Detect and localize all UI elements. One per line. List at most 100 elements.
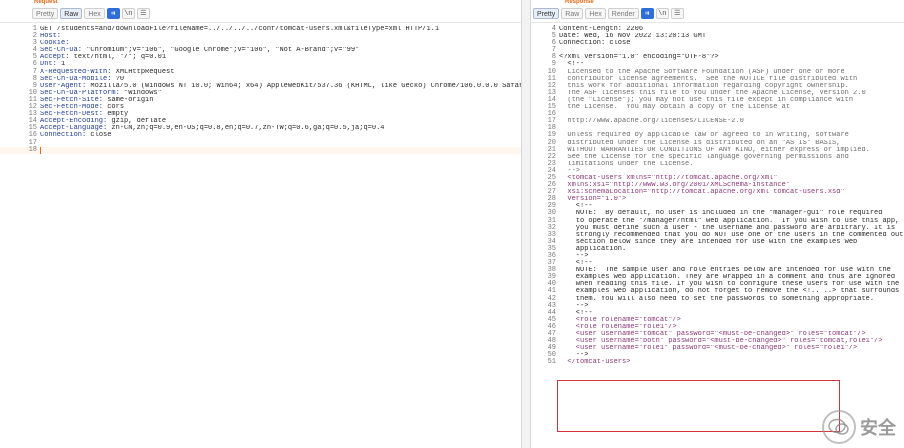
code-line[interactable]: 14 Accept-Encoding: gzip, deflate — [0, 118, 521, 125]
code-line[interactable]: 3 Cookie: — [0, 40, 521, 47]
code-line[interactable]: 10 Sec-Ch-Ua-Platform: "Windows" — [0, 89, 521, 97]
line-text: xmlns:xsi="http://www.w3.org/2001/XMLSch… — [559, 182, 791, 190]
code-line[interactable]: 5 Date: Wed, 16 Nov 2022 13:20:13 GMT — [531, 32, 904, 40]
code-line[interactable]: 45 <role rolename="tomcat"/> — [531, 316, 904, 324]
request-editor[interactable]: 1 GET /students=and/downloadFile?fileName… — [0, 23, 521, 154]
line-text: <!-- — [559, 203, 593, 211]
code-line[interactable]: 30 NOTE: By default, no user is included… — [531, 210, 904, 217]
code-line[interactable]: 31 to operate the "/manager/html" web ap… — [531, 217, 904, 225]
line-text: Cookie: — [40, 40, 70, 48]
request-pane: Request Pretty Raw Hex ⇉ \n ☰ 1 GET /stud… — [0, 0, 522, 448]
code-line[interactable]: 27 xsi:schemaLocation="http://tomcat.apa… — [531, 189, 904, 196]
code-line[interactable]: 36 --> — [531, 252, 904, 260]
code-line[interactable]: 15 the License. You may obtain a copy of… — [531, 103, 904, 111]
code-line[interactable]: 22 See the License for the specific lang… — [531, 153, 904, 161]
code-line[interactable]: 47 <user username="tomcat" password="<mu… — [531, 330, 904, 338]
code-line[interactable]: 28 version="1.0"> — [531, 196, 904, 203]
request-hex-button[interactable]: Hex — [84, 8, 105, 19]
request-raw-button[interactable]: Raw — [60, 8, 83, 19]
pane-divider[interactable] — [522, 0, 530, 448]
wrap-lines-icon[interactable]: ⇉ — [640, 8, 654, 19]
code-line[interactable]: 13 The ASF licenses this file to You und… — [531, 89, 904, 97]
line-text: when reading this file. If you wish to c… — [559, 281, 900, 289]
code-line[interactable]: 12 Sec-Fetch-Mode: cors — [0, 103, 521, 111]
line-text: application. — [559, 245, 627, 253]
code-line[interactable]: 35 application. — [531, 245, 904, 253]
code-line[interactable]: 16 — [531, 111, 904, 118]
code-line[interactable]: 6 Connection: close — [531, 40, 904, 47]
code-line[interactable]: 25 <tomcat-users xmlns="http://tomcat.ap… — [531, 174, 904, 182]
code-line[interactable]: 4 Content-Length: 2206 — [531, 25, 904, 33]
code-line[interactable]: 49 <user username="role1" password="<mus… — [531, 345, 904, 352]
code-line[interactable]: 46 <role rolename="role1"/> — [531, 323, 904, 331]
menu-icon[interactable]: ☰ — [670, 8, 684, 19]
code-line[interactable]: 17 — [0, 139, 521, 147]
code-line[interactable]: 24 --> — [531, 167, 904, 175]
line-text: xsi:schemaLocation="http://tomcat.apache… — [559, 189, 845, 197]
code-line[interactable]: 50 --> — [531, 352, 904, 359]
line-text: </tomcat-users> — [559, 359, 631, 367]
code-line[interactable]: 7 — [531, 47, 904, 54]
response-editor[interactable]: 4 Content-Length: 2206 5 Date: Wed, 16 Nov … — [531, 23, 904, 367]
code-line[interactable]: 14 (the "License"); you may not use this… — [531, 96, 904, 104]
code-line[interactable]: 26 xmlns:xsi="http://www.w3.org/2001/XML… — [531, 181, 904, 190]
code-line[interactable]: 11 contributor license agreements. See t… — [531, 75, 904, 83]
response-pretty-button[interactable]: Pretty — [533, 8, 560, 19]
code-line[interactable]: 38 NOTE: The sample user and role entrie… — [531, 267, 904, 274]
code-line[interactable]: 17 http://www.apache.org/licenses/LICENS… — [531, 118, 904, 125]
code-line[interactable]: 39 examples web application. They are wr… — [531, 274, 904, 281]
code-line[interactable]: 43 --> — [531, 302, 904, 310]
code-line[interactable]: 20 distributed under the License is dist… — [531, 139, 904, 147]
line-text: Connection: close — [40, 132, 112, 140]
code-line[interactable]: 23 limitations under the License. — [531, 160, 904, 168]
code-line[interactable]: 42 them. You will also need to set the p… — [531, 295, 904, 303]
code-line[interactable]: 18 — [531, 125, 904, 132]
code-line[interactable]: 1 GET /students=and/downloadFile?fileName… — [0, 25, 521, 33]
line-text — [40, 140, 521, 147]
line-text: http://www.apache.org/licenses/LICENSE-2… — [559, 118, 744, 126]
code-line[interactable]: 48 <user username="both" password="<must… — [531, 338, 904, 345]
code-line[interactable]: 32 you must define such a user - the use… — [531, 224, 904, 232]
code-line[interactable]: 8 Sec-Ch-Ua-Mobile: ?0 — [0, 75, 521, 83]
request-pretty-button[interactable]: Pretty — [32, 8, 59, 19]
code-line[interactable]: 15 Accept-Language: zh-CN,zh;q=0.9,en-US;… — [0, 125, 521, 132]
line-text: --> — [559, 302, 589, 310]
line-text: Accept: text/html, */*; q=0.01 — [40, 54, 167, 62]
menu-icon[interactable]: ☰ — [136, 8, 150, 19]
line-text: Sec-Ch-Ua-Platform: "Windows" — [40, 89, 162, 97]
code-line[interactable]: 11 Sec-Fetch-Site: same-origin — [0, 96, 521, 104]
code-line[interactable]: 12 this work for additional information … — [531, 82, 904, 90]
code-line[interactable]: 9 User-Agent: Mozilla/5.0 (Windows NT 10.… — [0, 82, 521, 90]
code-line[interactable]: 8 <?xml version="1.0" encoding="UTF-8"?> — [531, 54, 904, 61]
code-line[interactable]: 9 <!-- — [531, 61, 904, 68]
code-line[interactable]: 18 — [0, 146, 521, 154]
line-number: 51 — [547, 358, 556, 367]
code-line[interactable]: 7 X-Requested-With: XMLHttpRequest — [0, 68, 521, 76]
code-line[interactable]: 34 section below since they are intended… — [531, 238, 904, 246]
code-line[interactable]: 29 <!-- — [531, 203, 904, 210]
line-text: (the "License"); you may not use this fi… — [559, 96, 854, 104]
code-line[interactable]: 10 Licensed to the Apache Software Found… — [531, 68, 904, 76]
code-line[interactable]: 41 examples web application, do not forg… — [531, 288, 904, 295]
code-line[interactable]: 19 Unless required by applicable law or … — [531, 132, 904, 139]
code-line[interactable]: 5 Accept: text/html, */*; q=0.01 — [0, 54, 521, 61]
code-line[interactable]: 37 <!-- — [531, 259, 904, 267]
code-line[interactable]: 6 Dnt: 1 — [0, 61, 521, 68]
line-text: to operate the "/manager/html" web appli… — [559, 217, 900, 225]
response-raw-button[interactable]: Raw — [561, 8, 584, 19]
wrap-lines-icon[interactable]: ⇉ — [106, 8, 120, 19]
code-line[interactable]: 13 Sec-Fetch-Dest: empty — [0, 111, 521, 118]
code-line[interactable]: 16 Connection: close — [0, 132, 521, 139]
response-render-button[interactable]: Render — [607, 8, 639, 19]
code-line[interactable]: 33 strongly recommended that you do NOT … — [531, 231, 904, 239]
newline-toggle-icon[interactable]: \n — [655, 8, 669, 19]
code-line[interactable]: 4 Sec-Ch-Ua: "Chromium";v="106", "Google … — [0, 47, 521, 54]
response-hex-button[interactable]: Hex — [585, 8, 606, 19]
code-line[interactable]: 44 <!-- — [531, 309, 904, 317]
code-line[interactable]: 21 WITHOUT WARRANTIES OR CONDITIONS OF A… — [531, 146, 904, 154]
newline-toggle-icon[interactable]: \n — [121, 8, 135, 19]
code-line[interactable]: 2 Host: — [0, 32, 521, 40]
line-text: WITHOUT WARRANTIES OR CONDITIONS OF ANY … — [559, 146, 870, 154]
code-line[interactable]: 40 when reading this file. If you wish t… — [531, 281, 904, 288]
code-line[interactable]: 51 </tomcat-users> — [531, 359, 904, 366]
